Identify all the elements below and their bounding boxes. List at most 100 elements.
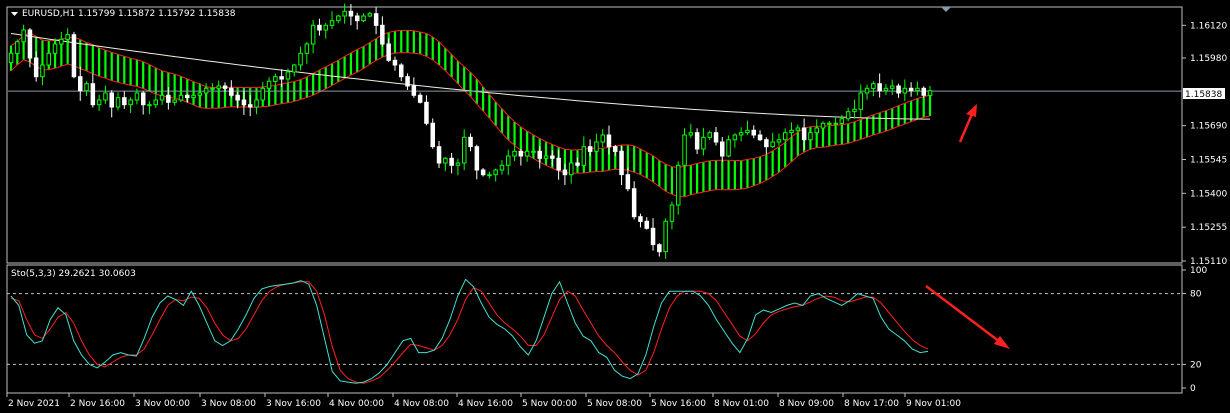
time-tick-label: 5 Nov 16:00 — [651, 399, 706, 409]
bull-candle — [210, 87, 215, 90]
bear-candle — [713, 132, 719, 143]
chart-window: 1.16120 1.15980 1.15690 1.15545 1.15400 1.152… — [0, 0, 1230, 413]
bull-candle — [871, 83, 876, 89]
bear-candle — [474, 146, 480, 171]
bull-candle — [864, 87, 870, 94]
bull-candle — [59, 38, 64, 45]
bear-candle — [657, 244, 662, 253]
bear-candle — [468, 136, 473, 148]
bull-candle — [669, 204, 675, 222]
bull-candle — [776, 139, 782, 143]
stochastic-header: Sto(5,3,3) 29.2621 30.0603 — [11, 269, 136, 279]
bull-candle — [96, 99, 102, 106]
bull-candle — [134, 92, 140, 101]
stochastic-main-line — [10, 278, 929, 384]
bull-candle — [172, 99, 177, 103]
stochastic-tick-label: 100 — [1190, 266, 1207, 276]
bear-candle — [449, 157, 454, 166]
bear-candle — [650, 227, 656, 246]
bull-candle — [292, 64, 297, 73]
bull-candle — [203, 87, 209, 94]
price-tick-label: 1.15690 — [1190, 122, 1227, 132]
bull-candle — [839, 118, 845, 124]
bear-candle — [877, 83, 882, 92]
bull-candle — [688, 132, 694, 136]
bear-candle — [109, 92, 114, 108]
stochastic-axis: 100 80 20 0 — [1182, 266, 1207, 394]
bear-candle — [518, 150, 524, 157]
bull-candle — [512, 150, 517, 157]
time-tick-label: 3 Nov 08:00 — [201, 399, 256, 409]
bear-candle — [241, 99, 247, 106]
bear-candle — [417, 94, 423, 103]
bear-candle — [606, 134, 612, 148]
bull-candle — [147, 104, 152, 107]
bear-candle — [644, 220, 649, 229]
bull-candle — [191, 94, 196, 99]
bear-candle — [380, 24, 385, 45]
stochastic-tick-label: 80 — [1190, 290, 1202, 300]
bear-candle — [587, 146, 593, 152]
bull-candle — [65, 34, 70, 40]
price-tick-label: 1.15980 — [1190, 54, 1227, 64]
bull-candle — [310, 24, 316, 45]
bull-candle — [827, 122, 832, 125]
collapse-triangle-icon[interactable] — [11, 12, 18, 16]
bear-candle — [355, 15, 360, 22]
bull-candle — [21, 29, 26, 43]
bull-candle — [820, 122, 826, 129]
bull-candle — [600, 134, 605, 143]
bull-candle — [581, 146, 587, 166]
bull-candle — [443, 157, 448, 164]
bull-candle — [487, 174, 492, 177]
bear-candle — [757, 134, 763, 141]
bull-candle — [707, 132, 712, 138]
bull-candle — [883, 87, 889, 92]
bear-candle — [405, 76, 410, 87]
bear-candle — [896, 85, 901, 94]
time-tick-label: 4 Nov 08:00 — [394, 399, 449, 409]
bull-candle — [254, 99, 259, 108]
bear-candle — [248, 104, 253, 108]
bear-candle — [801, 127, 807, 141]
chart-shift-marker[interactable] — [941, 7, 951, 12]
bear-candle — [348, 10, 354, 17]
chart-canvas[interactable]: 1.16120 1.15980 1.15690 1.15545 1.15400 1.152… — [0, 0, 1230, 413]
bull-candle — [462, 136, 467, 164]
bull-candle — [915, 87, 920, 92]
bear-candle — [575, 162, 580, 166]
bull-candle — [342, 10, 347, 17]
bear-candle — [33, 57, 39, 78]
time-tick-label: 2 Nov 2021 — [8, 399, 60, 409]
bull-candle — [273, 76, 278, 82]
bear-candle — [751, 129, 756, 136]
bear-candle — [625, 174, 631, 190]
bull-candle — [15, 41, 20, 54]
stochastic-tick-label: 20 — [1190, 360, 1202, 370]
bull-candle — [858, 92, 863, 110]
bull-candle — [543, 155, 549, 159]
bear-candle — [166, 94, 171, 103]
bull-candle — [927, 90, 933, 96]
bull-candle — [285, 71, 291, 80]
bear-candle — [392, 59, 398, 66]
bear-candle — [317, 24, 322, 31]
bull-candle — [745, 129, 750, 134]
bull-candle — [336, 15, 341, 22]
bear-candle — [411, 85, 417, 96]
bull-candle — [323, 24, 328, 31]
bear-candle — [279, 76, 284, 80]
bull-candle — [361, 15, 366, 22]
bear-candle — [27, 29, 33, 59]
bull-candle — [46, 52, 51, 66]
bear-candle — [436, 146, 442, 164]
bear-candle — [638, 216, 643, 222]
bear-candle — [562, 169, 568, 176]
bear-candle — [430, 122, 435, 148]
bull-candle — [455, 162, 461, 166]
bear-candle — [764, 139, 769, 148]
price-panel-frame — [6, 6, 1183, 264]
bull-candle — [770, 141, 775, 148]
stochastic-tick-label: 0 — [1190, 384, 1196, 394]
bear-candle — [720, 141, 725, 157]
